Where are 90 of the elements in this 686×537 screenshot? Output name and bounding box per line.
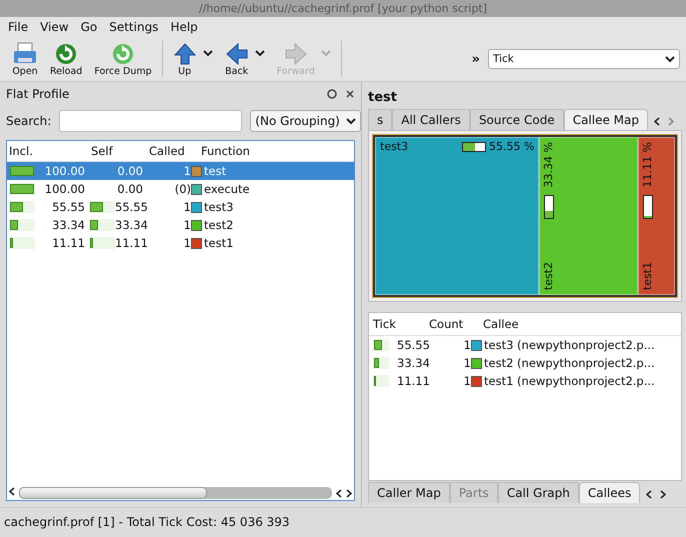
treemap-label: 11.11 % [641, 142, 654, 188]
search-field[interactable] [59, 110, 242, 132]
left-arrow-icon [224, 42, 249, 66]
column-header[interactable]: Count [429, 317, 479, 331]
table-cell: test3 (newpythonproject2.p... [484, 338, 655, 352]
toolbar-button[interactable]: Reload [44, 42, 88, 76]
table-cell-text: 1 [182, 164, 191, 178]
event-type-dropdown[interactable]: Tick [488, 49, 680, 69]
table-cell: 0.00 [117, 182, 143, 196]
tab[interactable]: Call Graph [498, 482, 579, 503]
table-cell: test1 [204, 236, 234, 250]
table-cell: 33.34 [52, 218, 85, 232]
tab[interactable]: All Callers [392, 109, 470, 130]
menu-item[interactable]: File [4, 20, 32, 34]
toolbar-button[interactable]: Up [166, 42, 203, 76]
table-cell: 100.00 [44, 164, 85, 178]
table-cell: test [204, 164, 226, 178]
column-header[interactable]: Callee [479, 317, 681, 331]
table-cell: test3 [204, 200, 234, 214]
table-cell: test2 (newpythonproject2.p... [484, 356, 655, 370]
table-cell-text: 1 [462, 356, 471, 370]
reload-icon [111, 42, 135, 66]
treemap-cell[interactable]: 33.34 % test2 [539, 137, 638, 295]
table-cell: 11.11 [397, 374, 430, 388]
treemap-label: test1 [641, 262, 654, 290]
tab[interactable]: s [368, 109, 392, 130]
treemap-label: 33.34 % [542, 142, 556, 188]
table-cell: test2 [204, 218, 234, 232]
table-cell: 100.00 [44, 182, 85, 196]
table-cell: 33.34 [397, 356, 430, 370]
table-row[interactable]: 55.55 55.55 1 test3 [7, 198, 354, 216]
menu-item[interactable]: Help [166, 20, 202, 34]
table-cell: 11.11 [115, 236, 148, 250]
menu-item[interactable]: Go [76, 20, 102, 34]
grouping-dropdown[interactable]: (No Grouping) [250, 110, 361, 132]
table-row[interactable]: 11.11 11.11 1 test1 [7, 234, 354, 252]
scroll-left-icon[interactable] [654, 117, 660, 126]
function-title: test [368, 88, 398, 106]
scroll-right-icon[interactable] [660, 490, 666, 499]
table-row[interactable]: 100.00 0.00 (0) execute [7, 180, 354, 198]
reload-icon [54, 42, 78, 66]
column-header[interactable]: Called [145, 144, 197, 158]
scroll-left-icon[interactable] [336, 488, 342, 498]
printer-icon [12, 42, 38, 66]
tab[interactable]: Callee Map [564, 109, 648, 130]
tab[interactable]: Source Code [470, 109, 564, 130]
column-header[interactable]: Tick [369, 317, 429, 331]
treemap-cell[interactable]: 11.11 % test1 [638, 137, 675, 295]
table-cell: 0.00 [117, 164, 143, 178]
menu-item[interactable]: Settings [105, 20, 162, 34]
window-title: //home//ubuntu//cachegrinf.prof [your python script] [198, 2, 488, 15]
toolbar-button[interactable]: Open [6, 42, 44, 76]
close-icon[interactable] [345, 89, 355, 99]
table-cell-text: 1 [462, 338, 471, 352]
status-bar: cachegrinf.prof [1] - Total Tick Cost: 45 036 393 [0, 507, 686, 535]
table-cell: 55.55 [52, 200, 85, 214]
tab[interactable]: Callees [578, 482, 640, 503]
column-header[interactable]: Self [87, 144, 145, 158]
column-header[interactable]: Incl. [7, 144, 87, 158]
table-cell: 11.11 [52, 236, 85, 250]
tab[interactable]: Caller Map [368, 482, 450, 503]
treemap-label: test3 [380, 140, 408, 153]
scroll-right-icon[interactable] [346, 488, 352, 498]
table-cell: 55.55 [115, 200, 148, 214]
table-cell-text: (0) [174, 182, 191, 196]
treemap-cell[interactable]: test3 55.55 % [375, 137, 540, 295]
caret-icon [346, 118, 356, 124]
float-icon[interactable] [327, 89, 337, 99]
table-row[interactable]: 100.00 0.00 1 test [7, 162, 354, 180]
right-arrow-icon [284, 42, 308, 66]
panel-title: Flat Profile [6, 87, 70, 101]
table-cell: 55.55 [397, 338, 430, 352]
menu-item[interactable]: View [36, 20, 73, 34]
overflow-button[interactable]: » [472, 52, 480, 66]
caret-icon [665, 56, 675, 62]
table-cell: test1 (newpythonproject2.p... [484, 374, 655, 388]
table-row[interactable]: 33.34 33.34 1 test2 [7, 216, 354, 234]
treemap-label: 55.55 % [488, 140, 534, 153]
toolbar-button[interactable]: Back [218, 42, 255, 76]
table-cell-text: 1 [462, 374, 471, 388]
scrollbar-track[interactable] [19, 487, 332, 499]
search-label: Search: [6, 114, 52, 128]
column-header[interactable]: Function [197, 144, 250, 158]
treemap-label: test2 [542, 262, 556, 290]
toolbar-button[interactable]: Force Dump [88, 42, 158, 76]
scrollbar-thumb[interactable] [19, 487, 207, 499]
scroll-left-icon[interactable] [646, 490, 652, 499]
table-cell: execute [204, 182, 250, 196]
up-arrow-icon [172, 42, 197, 66]
table-cell: 33.34 [115, 218, 148, 232]
